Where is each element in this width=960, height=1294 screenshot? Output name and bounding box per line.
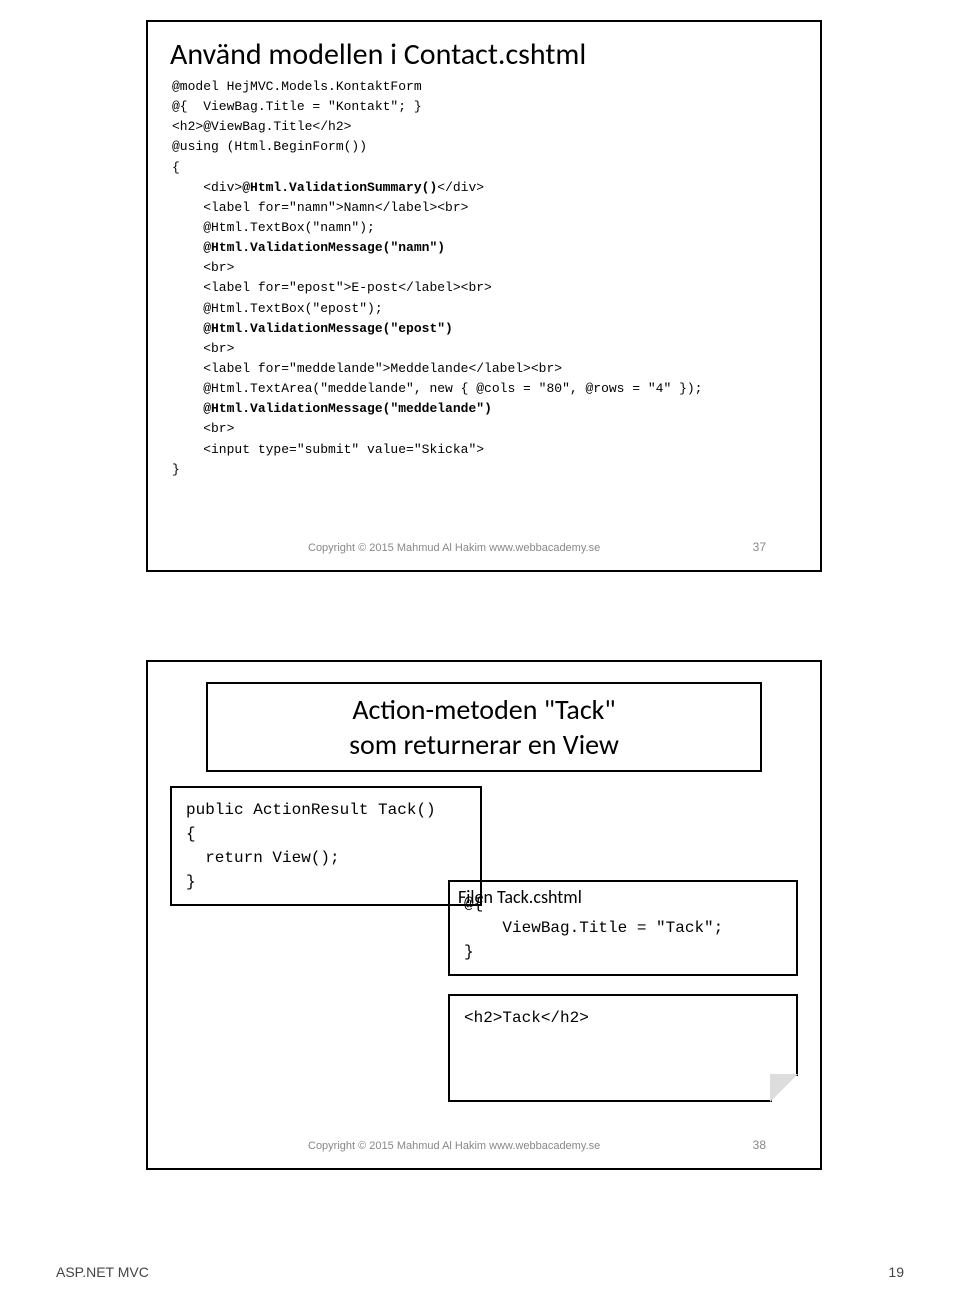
slide-2: Action-metoden "Tack" som returnerar en … bbox=[146, 660, 822, 1170]
slide2-right-code-2: <h2>Tack</h2> bbox=[448, 994, 798, 1102]
slide1-copyright: Copyright © 2015 Mahmud Al Hakim www.web… bbox=[308, 542, 600, 554]
slide2-pagenum: 38 bbox=[753, 1138, 766, 1152]
slide2-copyright: Copyright © 2015 Mahmud Al Hakim www.web… bbox=[308, 1140, 600, 1152]
slide2-title-box: Action-metoden "Tack" som returnerar en … bbox=[206, 682, 762, 772]
slide1-title: Använd modellen i Contact.cshtml bbox=[148, 22, 820, 77]
slide2-left-code: public ActionResult Tack() { return View… bbox=[170, 786, 482, 906]
footer-left: ASP.NET MVC bbox=[56, 1264, 149, 1280]
page: Använd modellen i Contact.cshtml @model … bbox=[0, 0, 960, 1294]
slide-1: Använd modellen i Contact.cshtml @model … bbox=[146, 20, 822, 572]
slide2-right-code-1: @{ ViewBag.Title = "Tack"; } bbox=[448, 880, 798, 976]
page-fold-icon bbox=[768, 1072, 796, 1100]
slide2-title-line2: som returnerar en View bbox=[349, 727, 619, 762]
slide2-title-line1: Action-metoden "Tack" bbox=[352, 692, 615, 727]
slide1-code: @model HejMVC.Models.KontaktForm @{ View… bbox=[148, 77, 820, 480]
slide1-pagenum: 37 bbox=[753, 540, 766, 554]
footer-right: 19 bbox=[888, 1264, 904, 1280]
